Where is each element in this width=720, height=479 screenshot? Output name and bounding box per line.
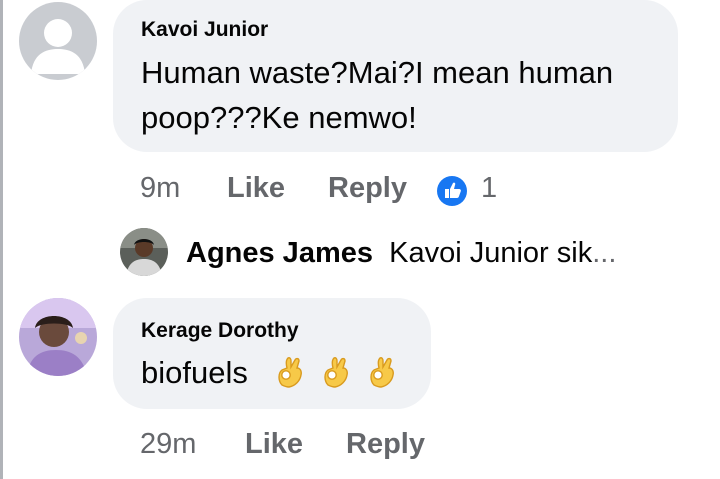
like-count[interactable]: 1 xyxy=(481,172,497,205)
like-button[interactable]: Like xyxy=(227,172,285,204)
reply-author[interactable]: Agnes James xyxy=(186,237,373,269)
comment-text: biofuels xyxy=(141,355,248,390)
like-button[interactable]: Like xyxy=(245,428,303,460)
comment-meta-row: 9m xyxy=(140,172,180,205)
avatar-agnes-james[interactable] xyxy=(120,228,168,276)
comment-bubble-kerage: Kerage Dorothy biofuels xyxy=(113,298,431,409)
comment-text-line1: Human waste?Mai?I mean human xyxy=(141,55,614,90)
reply-button[interactable]: Reply xyxy=(346,428,425,460)
comment-author[interactable]: Kavoi Junior xyxy=(141,18,268,42)
comment-bubble-kavoi: Kavoi Junior Human waste?Mai?I mean huma… xyxy=(113,0,678,152)
profile-photo-icon xyxy=(19,298,97,376)
default-avatar-icon xyxy=(19,2,97,80)
reply-button[interactable]: Reply xyxy=(328,172,407,204)
like-thumbs-up-icon[interactable] xyxy=(436,175,468,207)
comment-text-line2: poop???Ke nemwo! xyxy=(141,100,417,135)
ok-hand-emoji-icon xyxy=(324,357,348,388)
comment-time[interactable]: 9m xyxy=(140,172,180,204)
reply-snippet: Kavoi Junior sik xyxy=(389,237,593,269)
ok-hand-emoji-icon xyxy=(370,357,394,388)
emoji-row xyxy=(273,355,399,389)
reply-preview[interactable]: Agnes James Kavoi Junior sik... xyxy=(186,237,616,270)
comment-time[interactable]: 29m xyxy=(140,428,196,460)
avatar-kerage-dorothy[interactable] xyxy=(19,298,97,376)
profile-photo-icon xyxy=(120,228,168,276)
avatar-kavoi-junior[interactable] xyxy=(19,2,97,80)
ok-hand-emoji-icon xyxy=(278,357,302,388)
comment-author[interactable]: Kerage Dorothy xyxy=(141,319,299,343)
thread-left-border xyxy=(0,0,3,479)
reply-ellipsis: ... xyxy=(592,237,617,269)
